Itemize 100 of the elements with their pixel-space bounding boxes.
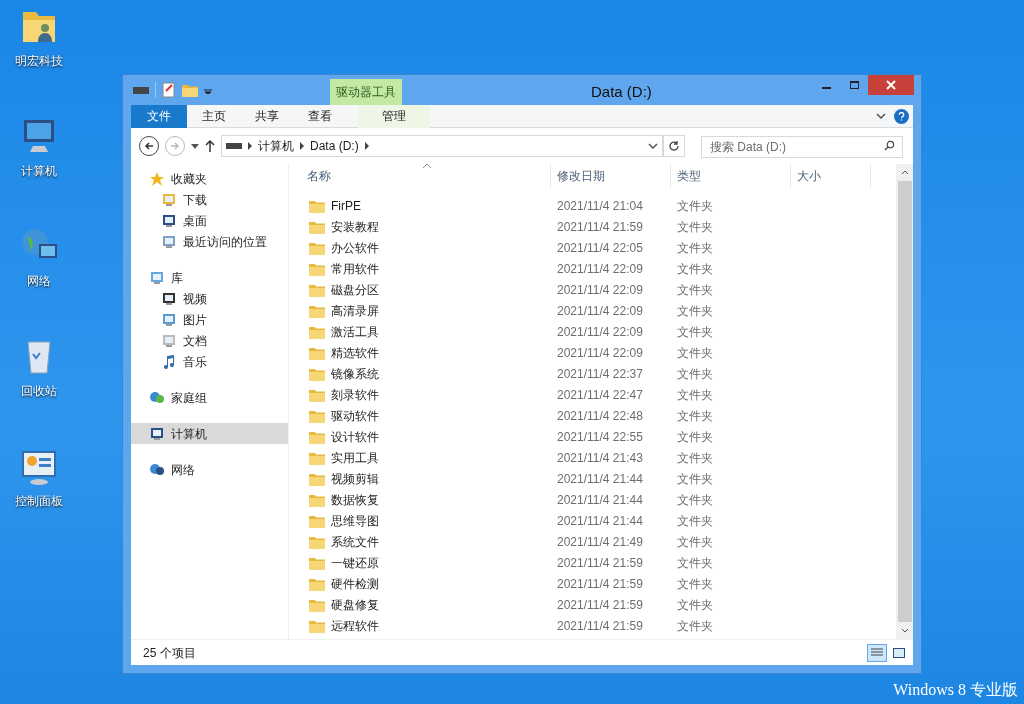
file-name: 办公软件	[331, 239, 379, 257]
nav-item[interactable]: 下载	[131, 189, 288, 210]
file-row[interactable]: 常用软件 2021/11/4 22:09 文件夹	[289, 258, 896, 279]
close-button[interactable]	[868, 75, 914, 95]
file-row[interactable]: 刻录软件 2021/11/4 22:47 文件夹	[289, 384, 896, 405]
column-header[interactable]: 修改日期	[551, 164, 671, 188]
dropdown-chevron-icon[interactable]	[648, 143, 658, 149]
file-row[interactable]: 硬件检测 2021/11/4 21:59 文件夹	[289, 573, 896, 594]
file-row[interactable]: 数据恢复 2021/11/4 21:44 文件夹	[289, 489, 896, 510]
scrollbar[interactable]	[896, 164, 913, 639]
context-tab-group: 驱动器工具	[330, 79, 402, 105]
folder-icon	[309, 219, 325, 234]
file-row[interactable]: 系统文件 2021/11/4 21:49 文件夹	[289, 531, 896, 552]
file-type: 文件夹	[676, 197, 714, 215]
column-header[interactable]: 类型	[671, 164, 791, 188]
scroll-down-icon[interactable]	[900, 628, 909, 633]
file-type: 文件夹	[676, 596, 714, 614]
breadcrumb[interactable]: Data (D:)	[310, 137, 359, 155]
file-row[interactable]: 驱动软件 2021/11/4 22:48 文件夹	[289, 405, 896, 426]
nav-item[interactable]: 家庭组	[131, 387, 288, 408]
refresh-button[interactable]	[663, 135, 685, 157]
modified-date: 2021/11/4 22:09	[556, 302, 644, 320]
nav-item-label: 收藏夹	[171, 170, 207, 188]
file-row[interactable]: 一键还原 2021/11/4 21:59 文件夹	[289, 552, 896, 573]
folder-icon	[309, 387, 325, 402]
file-row[interactable]: 硬盘修复 2021/11/4 21:59 文件夹	[289, 594, 896, 615]
file-row[interactable]: 激活工具 2021/11/4 22:09 文件夹	[289, 321, 896, 342]
address-bar[interactable]: 计算机 Data (D:)	[221, 135, 663, 157]
modified-date: 2021/11/4 22:09	[556, 344, 644, 362]
file-type: 文件夹	[676, 491, 714, 509]
file-name: 刻录软件	[331, 386, 379, 404]
nav-item[interactable]: 图片	[131, 309, 288, 330]
file-row[interactable]: 设计软件 2021/11/4 22:55 文件夹	[289, 426, 896, 447]
drive-icon[interactable]	[133, 85, 149, 95]
file-row[interactable]: 镜像系统 2021/11/4 22:37 文件夹	[289, 363, 896, 384]
file-row[interactable]: 高清录屏 2021/11/4 22:09 文件夹	[289, 300, 896, 321]
file-row[interactable]: 思维导图 2021/11/4 21:44 文件夹	[289, 510, 896, 531]
modified-date: 2021/11/4 22:09	[556, 323, 644, 341]
nav-item[interactable]: 视频	[131, 288, 288, 309]
file-type: 文件夹	[676, 344, 714, 362]
nav-item[interactable]: 网络	[131, 459, 288, 480]
folder-icon	[309, 534, 325, 549]
file-name: 镜像系统	[331, 365, 379, 383]
item-count: 25 个项目	[143, 644, 196, 662]
recent-locations-caret-icon[interactable]	[191, 143, 199, 149]
file-type: 文件夹	[676, 365, 714, 383]
properties-icon[interactable]	[162, 82, 176, 98]
scroll-up-icon[interactable]	[900, 170, 909, 175]
file-row[interactable]: 精选软件 2021/11/4 22:09 文件夹	[289, 342, 896, 363]
window-title: Data (D:)	[591, 82, 652, 102]
close-icon	[886, 80, 896, 90]
nav-item[interactable]: 计算机	[131, 423, 288, 444]
modified-date: 2021/11/4 21:44	[556, 470, 644, 488]
maximize-icon	[849, 81, 859, 89]
dropdown-caret-icon[interactable]	[204, 86, 212, 94]
file-type: 文件夹	[676, 512, 714, 530]
ribbon-tab[interactable]: 文件	[131, 104, 187, 128]
question-mark-icon	[898, 111, 905, 121]
ribbon-tab[interactable]: 主页	[187, 104, 240, 128]
breadcrumb[interactable]: 计算机	[258, 137, 294, 155]
folder-icon	[309, 198, 325, 213]
ribbon-tab[interactable]: 管理	[358, 104, 430, 128]
file-row[interactable]: 视频剪辑 2021/11/4 21:44 文件夹	[289, 468, 896, 489]
file-name: 驱动软件	[331, 407, 379, 425]
column-header[interactable]: 大小	[791, 164, 871, 188]
file-name: 安装教程	[331, 218, 379, 236]
ribbon-tab[interactable]: 查看	[293, 104, 346, 128]
nav-item[interactable]: 文档	[131, 330, 288, 351]
modified-date: 2021/11/4 22:48	[556, 407, 644, 425]
nav-item[interactable]: 音乐	[131, 351, 288, 372]
nav-item-label: 计算机	[171, 425, 207, 443]
folder-icon	[309, 345, 325, 360]
modified-date: 2021/11/4 22:55	[556, 428, 644, 446]
folder-icon	[309, 450, 325, 465]
file-row[interactable]: FirPE 2021/11/4 21:04 文件夹	[289, 195, 896, 216]
modified-date: 2021/11/4 21:43	[556, 449, 644, 467]
nav-item[interactable]: 收藏夹	[131, 168, 288, 189]
file-name: 激活工具	[331, 323, 379, 341]
desktop-icon-label[interactable]: 明宏科技	[15, 52, 63, 70]
file-type: 文件夹	[676, 449, 714, 467]
nav-item[interactable]: 库	[131, 267, 288, 288]
computer-icon	[149, 425, 165, 442]
breadcrumb-chevron-icon	[364, 142, 369, 150]
file-type: 文件夹	[676, 302, 714, 320]
search-field[interactable]: 搜索 Data (D:)	[701, 136, 903, 158]
modified-date: 2021/11/4 21:44	[556, 512, 644, 530]
up-arrow-icon[interactable]	[205, 140, 215, 152]
column-header[interactable]: 名称	[289, 164, 551, 188]
help-icon[interactable]	[894, 108, 909, 124]
file-row[interactable]: 远程软件 2021/11/4 21:59 文件夹	[289, 615, 896, 636]
file-row[interactable]: 实用工具 2021/11/4 21:43 文件夹	[289, 447, 896, 468]
file-type: 文件夹	[676, 554, 714, 572]
file-type: 文件夹	[676, 386, 714, 404]
ribbon-tab[interactable]: 共享	[240, 104, 293, 128]
expand-ribbon-icon[interactable]	[876, 113, 886, 119]
nav-item[interactable]: 桌面	[131, 210, 288, 231]
file-row[interactable]: 办公软件 2021/11/4 22:05 文件夹	[289, 237, 896, 258]
nav-item[interactable]: 最近访问的位置	[131, 231, 288, 252]
file-row[interactable]: 安装教程 2021/11/4 21:59 文件夹	[289, 216, 896, 237]
file-row[interactable]: 磁盘分区 2021/11/4 22:09 文件夹	[289, 279, 896, 300]
